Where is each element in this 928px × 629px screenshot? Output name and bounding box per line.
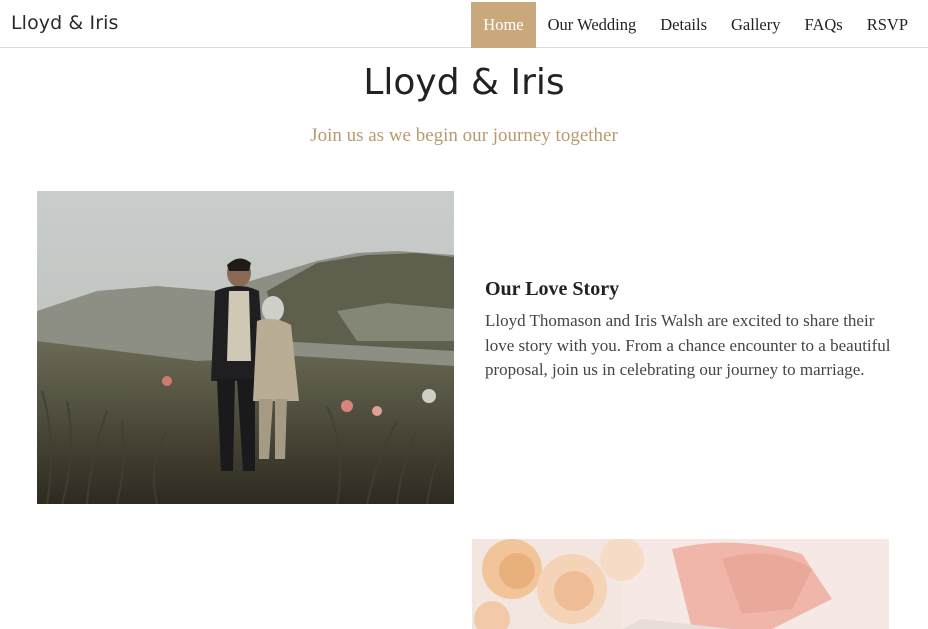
flowers-photo <box>472 539 889 629</box>
nav-item-faqs[interactable]: FAQs <box>793 2 855 48</box>
love-story-text: Lloyd Thomason and Iris Walsh are excite… <box>485 311 891 379</box>
love-story-title: Our Love Story <box>485 278 620 300</box>
couple-photo <box>37 191 454 504</box>
top-navigation-bar: Lloyd & Iris Home Our Wedding Details Ga… <box>0 0 928 48</box>
nav-item-our-wedding[interactable]: Our Wedding <box>536 2 649 48</box>
love-story-section: Our Love Story Lloyd Thomason and Iris W… <box>485 278 895 383</box>
nav-item-home[interactable]: Home <box>471 2 536 48</box>
site-brand[interactable]: Lloyd & Iris <box>11 12 118 34</box>
page-title: Lloyd & Iris <box>363 62 565 103</box>
nav-item-details[interactable]: Details <box>648 2 719 48</box>
main-nav: Home Our Wedding Details Gallery FAQs RS… <box>471 2 920 48</box>
nav-item-gallery[interactable]: Gallery <box>719 2 792 48</box>
page-subtitle: Join us as we begin our journey together <box>310 125 618 146</box>
nav-item-rsvp[interactable]: RSVP <box>855 2 920 48</box>
